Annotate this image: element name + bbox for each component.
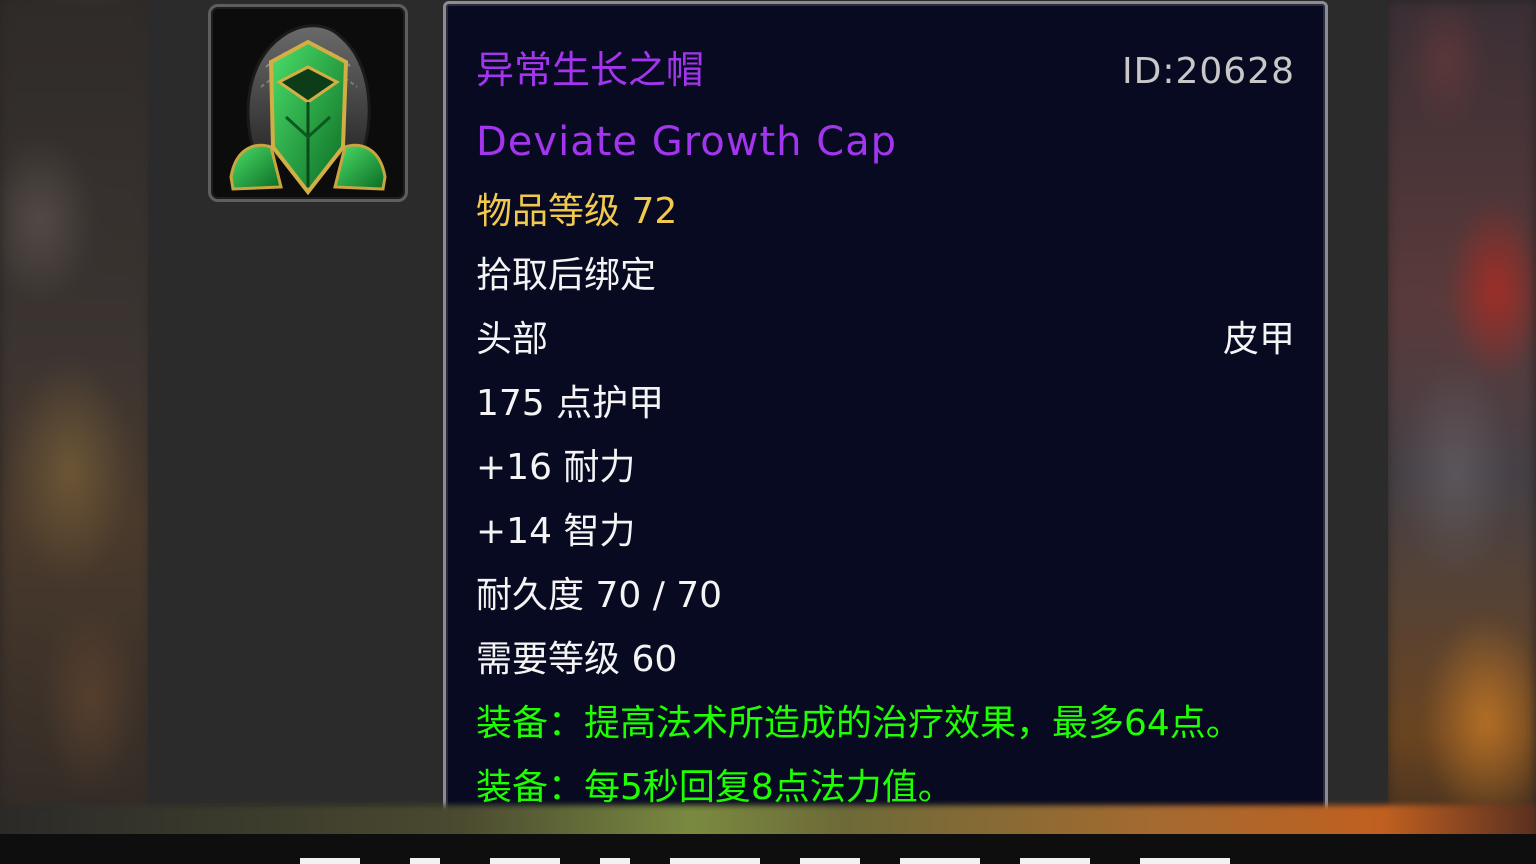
item-level: 物品等级 72 <box>476 191 678 232</box>
equip-effect-healing: 装备：提高法术所造成的治疗效果，最多64点。 <box>476 703 1242 744</box>
armor-type: 皮甲 <box>1222 319 1295 360</box>
equip-slot: 头部 <box>476 319 549 360</box>
armor-value: 175 点护甲 <box>476 383 665 424</box>
binding-text: 拾取后绑定 <box>476 255 657 296</box>
stamina-stat: +16 耐力 <box>476 447 636 488</box>
blurred-background-left <box>0 0 150 864</box>
equip-effect-mana-regen: 装备：每5秒回复8点法力值。 <box>476 767 954 808</box>
item-name-chinese: 异常生长之帽 <box>476 48 705 92</box>
video-frame: 异常生长之帽 ID:20628 Deviate Growth Cap 物品等级 … <box>0 0 1536 864</box>
intellect-stat: +14 智力 <box>476 511 636 552</box>
item-id: ID:20628 <box>1122 51 1295 92</box>
item-tooltip: 异常生长之帽 ID:20628 Deviate Growth Cap 物品等级 … <box>443 1 1328 816</box>
item-name-english: Deviate Growth Cap <box>476 119 898 165</box>
durability: 耐久度 70 / 70 <box>476 575 723 616</box>
blurred-background-right <box>1386 0 1536 864</box>
green-leather-hood-icon <box>208 4 408 202</box>
required-level: 需要等级 60 <box>476 639 678 680</box>
subtitle-text-fragment <box>300 858 1230 864</box>
subtitle-bar <box>0 834 1536 864</box>
